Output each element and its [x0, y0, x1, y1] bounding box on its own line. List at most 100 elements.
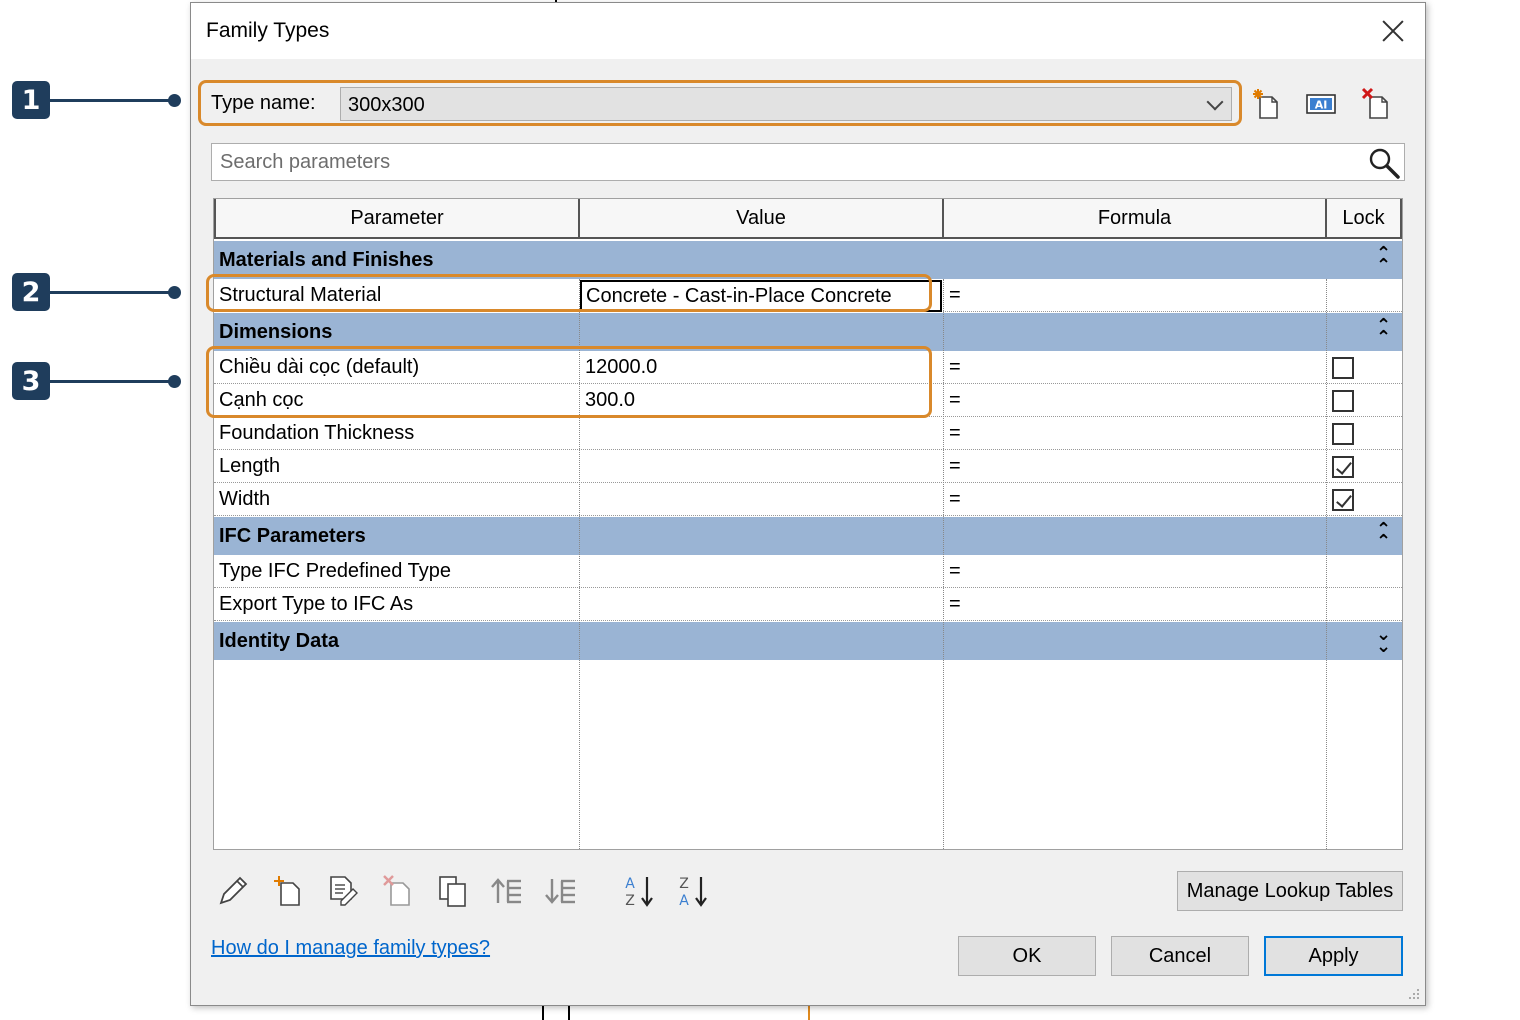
- group-name: IFC Parameters: [219, 525, 366, 547]
- help-link[interactable]: How do I manage family types?: [211, 937, 490, 960]
- move-down-icon[interactable]: [543, 873, 579, 909]
- cancel-button[interactable]: Cancel: [1111, 936, 1249, 976]
- rename-type-icon[interactable]: AI: [1305, 87, 1337, 121]
- copy-parameter-icon[interactable]: [435, 873, 471, 909]
- structural-material-value[interactable]: Concrete - Cast-in-Place Concrete: [580, 280, 942, 312]
- formula-cell[interactable]: =: [944, 384, 1327, 417]
- callout-1: 1: [12, 81, 181, 119]
- lock-checkbox[interactable]: [1332, 423, 1354, 445]
- callout-badge: 3: [12, 362, 50, 400]
- parameter-name: Structural Material: [219, 284, 382, 306]
- column-separator: [1326, 279, 1327, 849]
- formula-cell[interactable]: =: [944, 279, 1327, 312]
- parameter-row-type-ifc-predefined-type[interactable]: Type IFC Predefined Type =: [214, 555, 1402, 588]
- svg-text:A: A: [679, 893, 689, 909]
- type-name-label: Type name:: [211, 92, 316, 114]
- value-cell[interactable]: [580, 483, 944, 516]
- column-header-formula[interactable]: Formula: [944, 199, 1327, 239]
- formula-cell[interactable]: =: [944, 588, 1327, 621]
- parameters-grid: Parameter Value Formula Lock Materials a…: [213, 198, 1403, 850]
- sort-ascending-icon[interactable]: A Z: [621, 873, 657, 909]
- type-name-dropdown[interactable]: 300x300: [340, 87, 1232, 121]
- delete-type-icon[interactable]: [1361, 87, 1393, 121]
- group-identity-data[interactable]: Identity Data ⌄ ⌄: [214, 622, 1402, 660]
- parameter-row-foundation-thickness[interactable]: Foundation Thickness =: [214, 417, 1402, 450]
- value-cell[interactable]: 12000.0: [580, 351, 944, 384]
- group-name: Dimensions: [219, 321, 333, 343]
- value-cell[interactable]: [580, 555, 944, 588]
- collapse-icon[interactable]: ⌃ ⌃: [1376, 520, 1391, 550]
- search-input[interactable]: [218, 148, 1358, 176]
- manage-lookup-tables-button[interactable]: Manage Lookup Tables: [1177, 871, 1403, 911]
- parameter-row-structural-material[interactable]: Structural Material Concrete - Cast-in-P…: [214, 279, 1402, 312]
- parameter-name: Foundation Thickness: [219, 422, 415, 444]
- group-ifc-parameters[interactable]: IFC Parameters ⌃ ⌃: [214, 517, 1402, 555]
- parameter-name: Export Type to IFC As: [219, 593, 414, 615]
- value-cell[interactable]: [580, 588, 944, 621]
- svg-text:AI: AI: [1315, 99, 1328, 112]
- parameter-name: Chiều dài cọc (default): [219, 356, 420, 378]
- callout-2: 2: [12, 273, 181, 311]
- collapse-icon[interactable]: ⌃ ⌃: [1376, 316, 1391, 346]
- lock-checkbox[interactable]: [1332, 390, 1354, 412]
- formula-cell[interactable]: =: [944, 555, 1327, 588]
- ok-button[interactable]: OK: [958, 936, 1096, 976]
- column-header-parameter[interactable]: Parameter: [214, 199, 580, 239]
- formula-cell[interactable]: =: [944, 450, 1327, 483]
- callout-badge: 2: [12, 273, 50, 311]
- parameter-name: Type IFC Predefined Type: [219, 560, 451, 582]
- parameter-name: Width: [219, 488, 271, 510]
- parameter-row-length[interactable]: Length =: [214, 450, 1402, 483]
- formula-cell[interactable]: =: [944, 417, 1327, 450]
- parameter-row-width[interactable]: Width =: [214, 483, 1402, 516]
- column-separator: [579, 279, 580, 849]
- new-parameter-icon[interactable]: [271, 873, 307, 909]
- callout-badge: 1: [12, 81, 50, 119]
- column-header-value[interactable]: Value: [580, 199, 944, 239]
- chevron-down-icon: [1206, 93, 1224, 111]
- close-icon[interactable]: [1375, 13, 1411, 49]
- search-icon[interactable]: [1367, 146, 1401, 180]
- delete-parameter-icon[interactable]: [381, 873, 417, 909]
- parameter-name: Cạnh cọc: [219, 389, 304, 411]
- resize-grip-icon[interactable]: [1407, 987, 1421, 1001]
- group-materials-and-finishes[interactable]: Materials and Finishes ⌃ ⌃: [214, 241, 1402, 279]
- parameter-name: Length: [219, 455, 281, 477]
- dialog-title: Family Types: [206, 19, 330, 42]
- edit-parameter-icon[interactable]: [215, 873, 251, 909]
- parameter-row-chieu-dai-coc[interactable]: Chiều dài cọc (default) 12000.0 =: [214, 351, 1402, 384]
- parameter-row-export-type-to-ifc-as[interactable]: Export Type to IFC As =: [214, 588, 1402, 621]
- search-box: [211, 143, 1405, 181]
- formula-cell[interactable]: =: [944, 351, 1327, 384]
- value-cell[interactable]: [580, 450, 944, 483]
- group-name: Identity Data: [219, 630, 340, 652]
- apply-button[interactable]: Apply: [1264, 936, 1403, 976]
- collapse-icon[interactable]: ⌃ ⌃: [1376, 244, 1391, 274]
- expand-icon[interactable]: ⌄ ⌄: [1376, 625, 1391, 655]
- value-cell[interactable]: [580, 417, 944, 450]
- type-name-value: 300x300: [348, 94, 425, 116]
- new-type-icon[interactable]: [1251, 87, 1283, 121]
- move-up-icon[interactable]: [489, 873, 525, 909]
- svg-text:Z: Z: [625, 893, 635, 909]
- group-dimensions[interactable]: Dimensions ⌃ ⌃: [214, 313, 1402, 351]
- column-header-lock[interactable]: Lock: [1327, 199, 1402, 239]
- title-bar: Family Types: [191, 3, 1425, 59]
- group-name: Materials and Finishes: [219, 249, 434, 271]
- lock-checkbox[interactable]: [1332, 357, 1354, 379]
- background-line: [568, 1006, 570, 1020]
- sort-descending-icon[interactable]: Z A: [675, 873, 711, 909]
- column-separator: [943, 279, 944, 849]
- svg-text:A: A: [625, 876, 635, 892]
- background-line: [542, 1006, 544, 1020]
- lock-checkbox[interactable]: [1332, 489, 1354, 511]
- parameter-properties-icon[interactable]: [325, 873, 361, 909]
- background-line: [808, 1006, 810, 1020]
- parameter-row-canh-coc[interactable]: Cạnh cọc 300.0 =: [214, 384, 1402, 417]
- value-cell[interactable]: 300.0: [580, 384, 944, 417]
- lock-checkbox[interactable]: [1332, 456, 1354, 478]
- svg-text:Z: Z: [679, 876, 689, 892]
- formula-cell[interactable]: =: [944, 483, 1327, 516]
- callout-3: 3: [12, 362, 181, 400]
- family-types-dialog: Family Types Type name: 300x300 AI Param…: [190, 2, 1426, 1006]
